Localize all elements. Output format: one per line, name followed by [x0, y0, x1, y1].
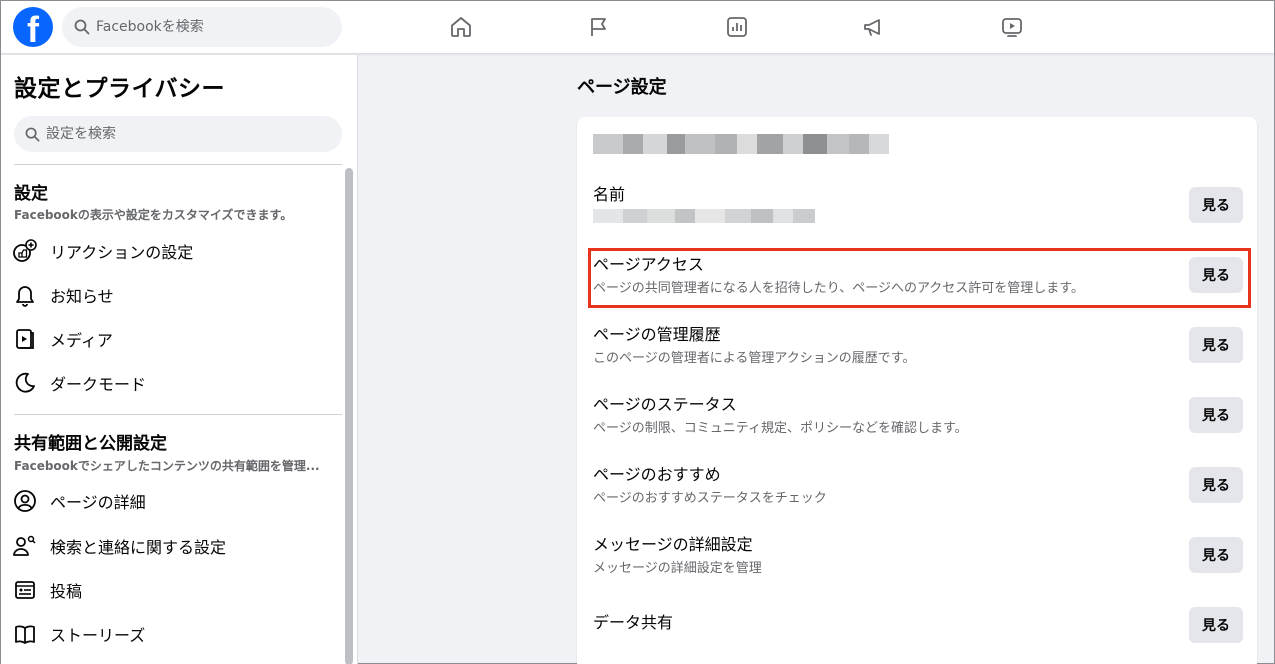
setting-title: ページの管理履歴 — [593, 325, 721, 344]
sidebar-item-label: ストーリーズ — [50, 626, 146, 645]
settings-sidebar: 設定とプライバシー 設定 Facebookの表示や設定をカスタマイズできます。 … — [1, 55, 358, 664]
sidebar-item-label: ページの詳細 — [50, 493, 146, 512]
search-icon — [74, 19, 90, 35]
insights-icon — [727, 17, 747, 37]
flag-icon — [591, 18, 606, 36]
setting-row-message-settings: メッセージの詳細設定 メッセージの詳細設定を管理 見る — [593, 531, 1243, 591]
settings-search-input[interactable] — [46, 126, 276, 142]
section-title-settings: 設定 — [14, 184, 48, 204]
view-message-settings-button[interactable]: 見る — [1189, 537, 1243, 573]
top-search-bar[interactable] — [62, 7, 342, 47]
sidebar-item-label: 検索と連絡に関する設定 — [50, 538, 227, 557]
setting-description: ページの共同管理者になる人を招待したり、ページへのアクセス許可を管理します。 — [593, 281, 1085, 296]
insights-nav-button[interactable] — [717, 11, 757, 43]
sidebar-item-label: お知らせ — [50, 287, 114, 306]
setting-row-recommendations: ページのおすすめ ページのおすすめステータスをチェック 見る — [593, 461, 1243, 521]
ads-nav-button[interactable] — [854, 11, 894, 43]
video-icon — [1002, 18, 1022, 37]
search-icon — [25, 127, 40, 141]
page-title: ページ設定 — [577, 77, 667, 98]
facebook-logo[interactable]: f — [13, 7, 53, 50]
sidebar-item-label: メディア — [50, 331, 113, 350]
book-icon — [11, 620, 39, 648]
user-search-icon — [11, 532, 39, 560]
setting-description: ページの制限、コミュニティ規定、ポリシーなどを確認します。 — [593, 421, 968, 436]
setting-row-data-sharing: データ共有 見る — [593, 607, 1243, 664]
moon-icon — [11, 369, 39, 397]
home-icon — [451, 17, 471, 37]
sidebar-item-posts[interactable]: 投稿 — [11, 570, 341, 610]
view-page-access-button[interactable]: 見る — [1189, 257, 1243, 293]
user-circle-icon — [11, 487, 39, 515]
settings-search-bar[interactable] — [14, 116, 342, 152]
redacted-name-value — [593, 209, 815, 223]
setting-title: メッセージの詳細設定 — [593, 535, 753, 554]
page-settings-card: 名前 見る ページアクセス ページの共同管理者になる人を招待したり、ページへのア… — [577, 117, 1257, 664]
video-nav-button[interactable] — [992, 11, 1032, 43]
media-icon — [11, 325, 39, 353]
sidebar-item-notifications[interactable]: お知らせ — [11, 275, 341, 315]
logo-letter: f — [27, 9, 39, 50]
home-nav-button[interactable] — [441, 11, 481, 43]
sidebar-item-dark-mode[interactable]: ダークモード — [11, 363, 341, 403]
setting-row-page-access: ページアクセス ページの共同管理者になる人を招待したり、ページへのアクセス許可を… — [593, 251, 1243, 311]
view-page-status-button[interactable]: 見る — [1189, 397, 1243, 433]
sidebar-scrollbar[interactable] — [345, 168, 353, 664]
setting-title: ページアクセス — [593, 255, 704, 274]
pages-nav-button[interactable] — [579, 11, 619, 43]
view-name-button[interactable]: 見る — [1189, 187, 1243, 223]
sidebar-item-reactions[interactable]: リアクションの設定 — [11, 231, 341, 271]
bell-icon — [11, 281, 39, 309]
sidebar-item-search-contact[interactable]: 検索と連絡に関する設定 — [11, 526, 341, 566]
divider — [14, 414, 342, 415]
section-title-audience: 共有範囲と公開設定 — [14, 434, 167, 454]
setting-row-page-status: ページのステータス ページの制限、コミュニティ規定、ポリシーなどを確認します。 … — [593, 391, 1243, 451]
sidebar-item-label: ダークモード — [50, 375, 147, 394]
section-subtitle-audience: Facebookでシェアしたコンテンツの共有範囲を管理... — [14, 459, 320, 473]
sidebar-item-label: 投稿 — [50, 582, 83, 601]
top-navigation-bar: f — [1, 1, 1274, 54]
setting-title: ページのおすすめ — [593, 465, 721, 484]
divider — [14, 164, 342, 165]
sidebar-item-page-details[interactable]: ページの詳細 — [11, 481, 341, 521]
sidebar-item-label: リアクションの設定 — [50, 243, 194, 262]
post-icon — [11, 576, 39, 604]
setting-title: 名前 — [593, 185, 626, 204]
view-management-history-button[interactable]: 見る — [1189, 327, 1243, 363]
setting-description: このページの管理者による管理アクションの履歴です。 — [593, 351, 916, 366]
sidebar-title: 設定とプライバシー — [14, 76, 226, 102]
setting-description: ページのおすすめステータスをチェック — [593, 491, 827, 506]
reaction-icon — [11, 237, 39, 265]
sidebar-item-stories[interactable]: ストーリーズ — [11, 614, 341, 654]
sidebar-item-media[interactable]: メディア — [11, 319, 341, 359]
view-recommendations-button[interactable]: 見る — [1189, 467, 1243, 503]
setting-title: データ共有 — [593, 613, 674, 632]
view-data-sharing-button[interactable]: 見る — [1189, 607, 1243, 643]
redacted-page-name — [593, 134, 889, 154]
setting-row-management-history: ページの管理履歴 このページの管理者による管理アクションの履歴です。 見る — [593, 321, 1243, 381]
megaphone-icon — [864, 19, 880, 36]
setting-title: ページのステータス — [593, 395, 737, 414]
setting-row-name: 名前 見る — [593, 181, 1243, 241]
top-search-input[interactable] — [96, 19, 326, 35]
section-subtitle-settings: Facebookの表示や設定をカスタマイズできます。 — [14, 208, 293, 222]
setting-description: メッセージの詳細設定を管理 — [593, 561, 762, 576]
